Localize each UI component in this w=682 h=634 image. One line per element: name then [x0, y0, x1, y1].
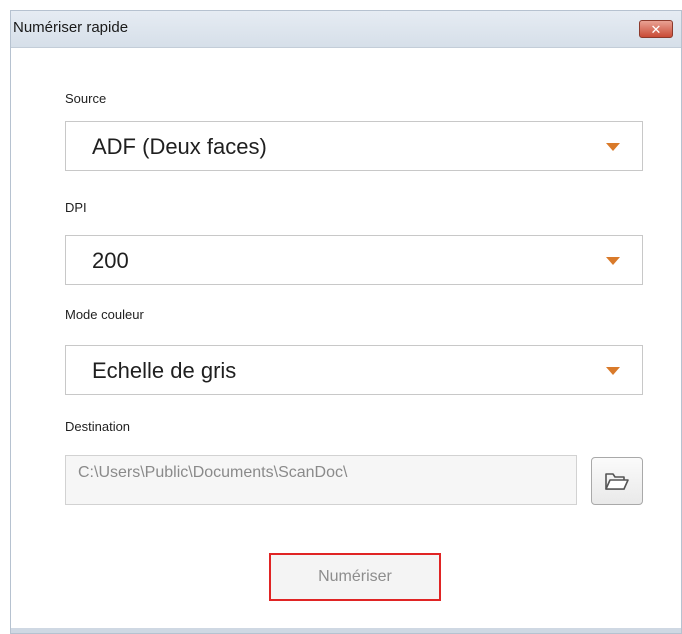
source-select[interactable]: ADF (Deux faces): [65, 121, 643, 171]
source-label: Source: [65, 91, 107, 106]
scan-button[interactable]: Numériser: [269, 553, 441, 601]
destination-label: Destination: [65, 419, 131, 434]
source-value: ADF (Deux faces): [92, 134, 267, 159]
dpi-label: DPI: [65, 200, 87, 215]
dpi-value: 200: [92, 248, 129, 273]
close-icon: ✕: [650, 21, 662, 37]
title-bar: Numériser rapide ✕: [11, 11, 681, 48]
color-mode-value: Echelle de gris: [92, 358, 237, 383]
destination-field[interactable]: [65, 455, 577, 505]
color-mode-select[interactable]: Echelle de gris: [65, 345, 643, 395]
chevron-down-icon: [606, 257, 620, 265]
dpi-select[interactable]: 200: [65, 235, 643, 285]
chevron-down-icon: [606, 143, 620, 151]
folder-open-icon: [605, 473, 629, 490]
browse-button[interactable]: [591, 457, 643, 505]
bottom-border: [11, 628, 681, 633]
close-button[interactable]: ✕: [639, 20, 673, 38]
chevron-down-icon: [606, 367, 620, 375]
color-mode-label: Mode couleur: [65, 307, 144, 322]
window-title: Numériser rapide: [13, 19, 129, 36]
quick-scan-dialog: Numériser rapide ✕ Source ADF (Deux face…: [10, 10, 682, 634]
